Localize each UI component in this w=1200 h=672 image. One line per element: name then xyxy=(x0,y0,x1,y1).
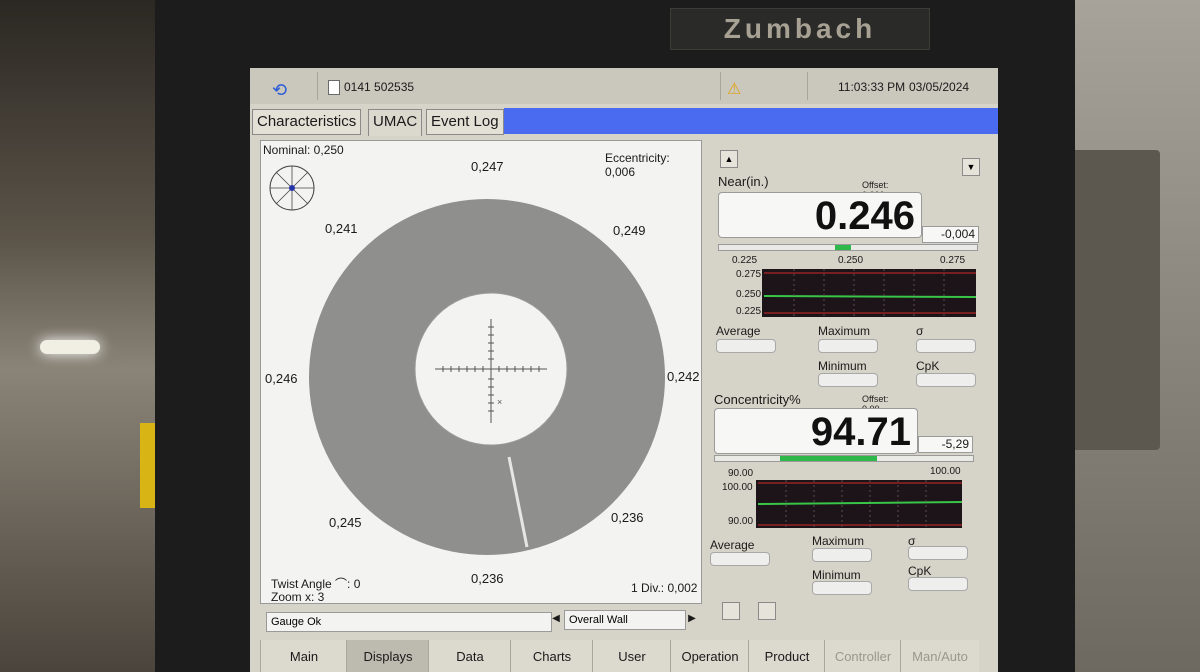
near-level-fill xyxy=(834,245,851,250)
division-label: 1 Div.: 0,002 xyxy=(631,581,698,595)
conc-delta: -5,29 xyxy=(918,436,973,453)
conc-minimum-label: Minimum xyxy=(812,568,861,582)
value-top-left: 0,241 xyxy=(325,221,358,236)
near-minimum-box xyxy=(818,373,878,387)
scroll-down-icon[interactable]: ▼ xyxy=(962,158,980,176)
nominal-label: Nominal: 0,250 xyxy=(263,143,344,157)
conc-value-display: 94.71 xyxy=(714,408,918,454)
conc-maximum-label: Maximum xyxy=(812,534,865,548)
nav-charts[interactable]: Charts xyxy=(510,640,593,672)
conc-cpk-box xyxy=(908,577,968,591)
nav-main[interactable]: Main xyxy=(260,640,347,672)
near-trend-hi: 0.275 xyxy=(736,269,762,280)
background-machine xyxy=(1065,150,1160,450)
near-maximum-box xyxy=(818,339,878,353)
background-left xyxy=(0,0,160,672)
conc-cpk-label: CpK xyxy=(908,564,932,578)
conc-sigma-box xyxy=(908,546,968,560)
conc-trend-hi: 100.00 xyxy=(722,482,753,493)
nav-displays[interactable]: Displays xyxy=(346,640,429,672)
conc-average-box xyxy=(710,552,770,566)
scroll-up-icon[interactable]: ▲ xyxy=(720,150,738,168)
value-bottom: 0,236 xyxy=(471,571,504,586)
near-scale-max: 0.275 xyxy=(940,255,966,266)
tab-event-log[interactable]: Event Log xyxy=(426,109,504,135)
nav-user[interactable]: User xyxy=(592,640,671,672)
near-trend-mid: 0.250 xyxy=(736,289,762,300)
clock-time: 11:03:33 PM xyxy=(838,80,906,94)
near-level-bar xyxy=(718,244,978,251)
near-label: Near(in.) xyxy=(718,174,769,189)
nav-controller[interactable]: Controller xyxy=(824,640,901,672)
near-cpk-label: CpK xyxy=(916,359,940,373)
near-maximum-label: Maximum xyxy=(818,324,871,338)
screen: ⟲ 0141 502535 ⚠ 11:03:33 PM 03/05/2024 C… xyxy=(250,68,998,672)
brand-logo: Zumbach xyxy=(670,8,930,50)
next-arrow-icon[interactable]: ▶ xyxy=(684,611,700,627)
value-top-right: 0,249 xyxy=(613,223,646,238)
value-top: 0,247 xyxy=(471,159,504,174)
warning-icon[interactable]: ⚠ xyxy=(727,79,741,99)
conc-level-fill xyxy=(779,456,877,461)
conc-trend-lo: 90.00 xyxy=(728,516,754,527)
near-scale-min: 0.225 xyxy=(732,255,758,266)
tab-umac[interactable]: UMAC xyxy=(368,109,423,136)
conc-average-label: Average xyxy=(710,538,755,552)
near-average-box xyxy=(716,339,776,353)
near-delta: -0,004 xyxy=(922,226,979,243)
background-light xyxy=(40,340,100,354)
product-code: 0141 502535 xyxy=(344,80,415,94)
copy-icon[interactable] xyxy=(722,602,740,620)
near-cpk-box xyxy=(916,373,976,387)
conc-scale-max: 100.00 xyxy=(930,466,961,477)
tab-bar-fill xyxy=(504,108,998,134)
value-bottom-right: 0,236 xyxy=(611,510,644,525)
refresh-icon[interactable]: ⟲ xyxy=(272,80,287,101)
divider xyxy=(317,72,318,100)
near-value-display: 0.246 xyxy=(718,192,922,238)
divider xyxy=(807,72,808,100)
tab-characteristics[interactable]: Characteristics xyxy=(252,109,362,135)
nav-man-auto[interactable]: Man/Auto xyxy=(900,640,979,672)
add-icon[interactable] xyxy=(758,602,776,620)
status-row: Gauge Ok ◀ Overall Wall ▶ xyxy=(260,608,700,632)
near-average-label: Average xyxy=(716,324,761,338)
tab-row: Characteristics UMAC Event Log xyxy=(250,104,998,136)
nav-product[interactable]: Product xyxy=(748,640,825,672)
display-selector[interactable]: Overall Wall xyxy=(564,610,686,630)
prev-arrow-icon[interactable]: ◀ xyxy=(548,611,564,627)
zoom-level: Zoom x: 3 xyxy=(271,590,325,604)
conc-minimum-box xyxy=(812,581,872,595)
svg-text:×: × xyxy=(497,397,502,407)
gauge-status: Gauge Ok xyxy=(266,612,552,632)
top-bar: ⟲ 0141 502535 ⚠ 11:03:33 PM 03/05/2024 xyxy=(250,68,998,105)
divider xyxy=(720,72,721,100)
near-sigma-box xyxy=(916,339,976,353)
near-scale-mid: 0.250 xyxy=(838,255,864,266)
nav-operation[interactable]: Operation xyxy=(670,640,749,672)
near-sigma-label: σ xyxy=(916,324,924,338)
value-left: 0,246 xyxy=(265,371,298,386)
eccentricity-label: Eccentricity: 0,006 xyxy=(605,151,670,179)
document-icon xyxy=(328,80,340,95)
nav-data[interactable]: Data xyxy=(428,640,511,672)
wall-cross-section: × xyxy=(309,199,665,555)
value-bottom-left: 0,245 xyxy=(329,515,362,530)
clock-date: 03/05/2024 xyxy=(909,80,970,94)
value-right: 0,242 xyxy=(667,369,700,384)
cross-section-panel: Nominal: 0,250 Eccentricity: 0,006 × 0,2… xyxy=(260,140,702,604)
near-trend-chart: 0.275 0.250 0.225 xyxy=(716,269,977,317)
conc-scale-min: 90.00 xyxy=(728,468,754,479)
conc-level-bar xyxy=(714,455,974,462)
conc-maximum-box xyxy=(812,548,872,562)
near-minimum-label: Minimum xyxy=(818,359,867,373)
near-trend-lo: 0.225 xyxy=(736,306,762,317)
conc-trend-chart: 100.00 90.00 xyxy=(712,480,963,528)
